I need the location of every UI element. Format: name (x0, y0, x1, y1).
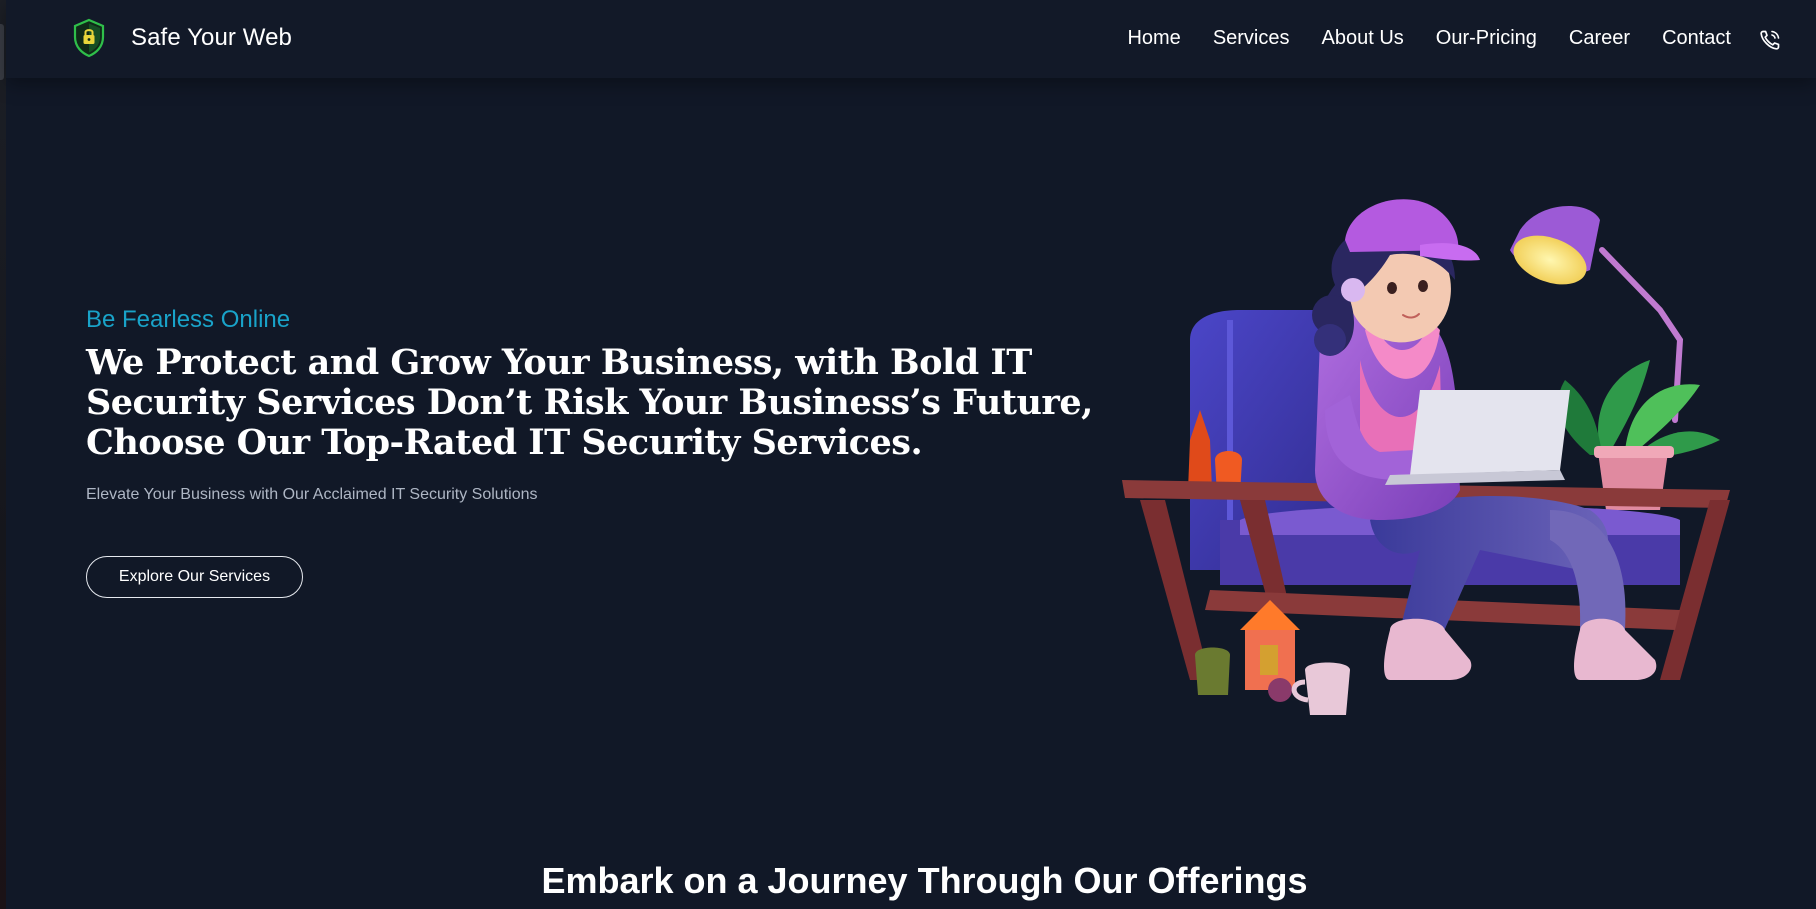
hero-tagline: Be Fearless Online (86, 306, 291, 333)
explore-services-button[interactable]: Explore Our Services (86, 556, 303, 598)
girl-with-laptop-illustration (1122, 199, 1730, 715)
main-nav: Home Services About Us Our-Pricing Caree… (1127, 27, 1731, 50)
brand[interactable]: Safe Your Web (72, 18, 292, 58)
hero-title: We Protect and Grow Your Business, with … (86, 342, 1093, 463)
offerings-title: Embark on a Journey Through Our Offering… (541, 860, 1308, 901)
shield-lock-icon (73, 18, 105, 58)
brand-name: Safe Your Web (131, 24, 292, 51)
nav-our-pricing[interactable]: Our-Pricing (1436, 27, 1537, 50)
phone-call-icon[interactable] (1758, 28, 1782, 52)
page: Safe Your Web Home Services About Us Our… (0, 0, 1816, 909)
navbar: Safe Your Web Home Services About Us Our… (6, 0, 1816, 78)
hero-subtitle: Elevate Your Business with Our Acclaimed… (86, 486, 538, 503)
nav-contact[interactable]: Contact (1662, 27, 1731, 50)
scroll-handle[interactable] (0, 24, 4, 80)
browser-edge (0, 0, 6, 909)
nav-services[interactable]: Services (1213, 27, 1290, 50)
nav-career[interactable]: Career (1569, 27, 1630, 50)
nav-about-us[interactable]: About Us (1322, 27, 1404, 50)
nav-home[interactable]: Home (1127, 27, 1180, 50)
